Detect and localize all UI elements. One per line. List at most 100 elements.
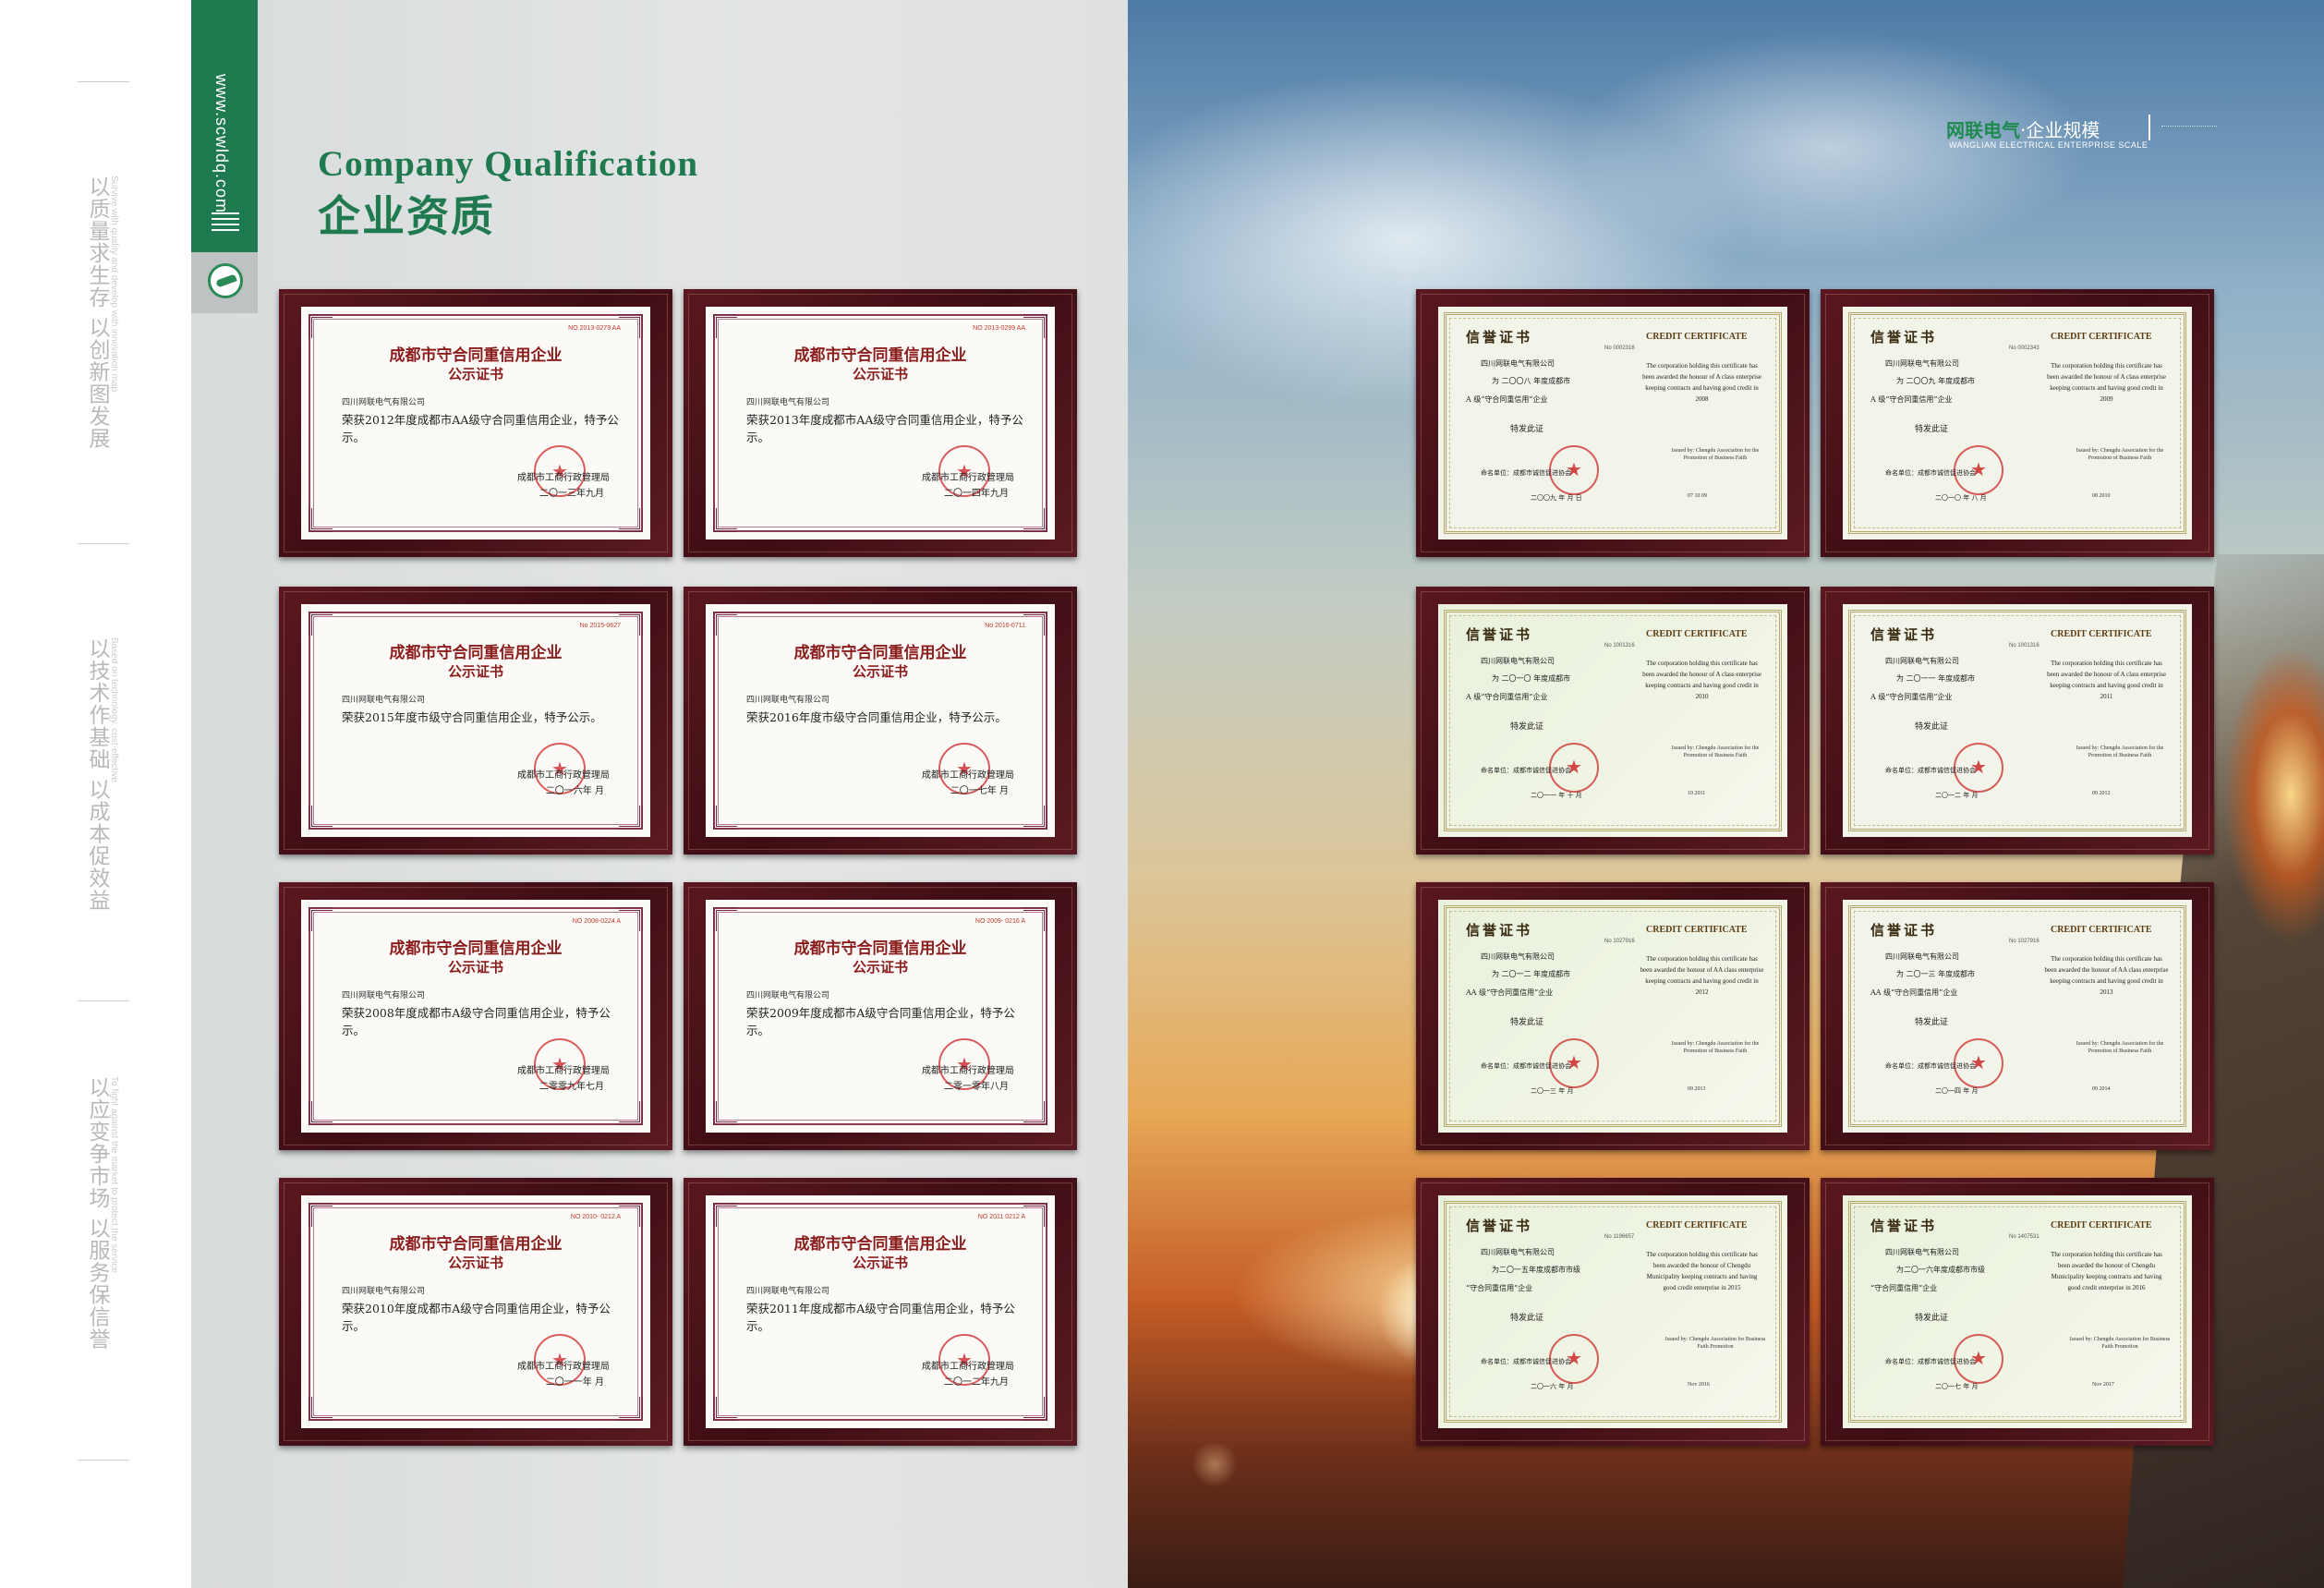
website-url: www.scwldq.com xyxy=(212,74,231,214)
award-grade: “守合同重信用”企业 xyxy=(1870,1284,1938,1292)
company-name: 四川网联电气有限公司 xyxy=(746,991,830,1000)
certificate-body-en: The corporation holding this certificate… xyxy=(1640,955,1764,996)
menu-lines-icon xyxy=(212,212,239,235)
corner-ornament xyxy=(1023,1397,1047,1421)
certificate-number: NO 2011 0212 A xyxy=(977,1214,1025,1220)
award-note: 特发此证 xyxy=(1510,722,1544,732)
certificate-issuer: 成都市工商行政管理局 xyxy=(922,770,1014,781)
credit-certificate: 信誉证书 CREDIT CERTIFICATE No 1001316 四川网联电气有限… xyxy=(1843,604,2192,837)
certificate-subtitle: 公示证书 xyxy=(447,663,503,680)
company-name: 四川网联电气有限公司 xyxy=(1885,657,1959,665)
corner-ornament xyxy=(309,1203,333,1227)
certificate-date: 二〇一一年 月 xyxy=(545,1377,604,1388)
certificate-plaque: NO 2013-0299 AA 成都市守合同重信用企业 公示证书 四川网联电气有限公司… xyxy=(684,289,1077,557)
certificate-title-zh: 信誉证书 xyxy=(1466,922,1533,939)
brand-divider xyxy=(2148,115,2150,140)
award-note: 特发此证 xyxy=(1510,1314,1544,1323)
certificate-title-zh: 信誉证书 xyxy=(1870,626,1938,643)
naming-unit: 命名单位：成都市诚信促进协会 xyxy=(1481,1358,1571,1365)
certificate-date: 二零零九年七月 xyxy=(539,1082,604,1092)
certificate-issuer: 成都市工商行政管理局 xyxy=(517,770,610,781)
certificate-date: 二〇一二 年 月 xyxy=(1935,792,1979,799)
certificate-title-en: CREDIT CERTIFICATE xyxy=(2051,1220,2152,1230)
brand-header-en: WANGLIAN ELECTRICAL ENTERPRISE SCALE xyxy=(1949,140,2148,150)
certificate-body: 荣获2015年度市级守合同重信用企业，特予公示。 xyxy=(342,710,602,724)
corner-ornament xyxy=(309,314,333,338)
certificate-body: 荣获2016年度市级守合同重信用企业，特予公示。 xyxy=(746,710,1007,724)
certificate-title: 成都市守合同重信用企业 xyxy=(389,939,563,958)
certificate-title-en: CREDIT CERTIFICATE xyxy=(2051,925,2152,935)
certificate-title-zh: 信誉证书 xyxy=(1466,1218,1533,1234)
brand-name: 网联电气 xyxy=(1946,119,2020,141)
slogan-zh: 以技术作基础 以成本促效益 xyxy=(85,637,109,912)
naming-unit: 命名单位：成都市诚信促进协会 xyxy=(1481,469,1571,477)
award-line: 为 二〇〇九 年度成都市 xyxy=(1896,377,1976,385)
corner-ornament xyxy=(619,1203,643,1227)
certificate-plaque: 信誉证书 CREDIT CERTIFICATE No 1407531 四川网联电气有限… xyxy=(1821,1178,2214,1446)
corner-ornament xyxy=(713,1203,737,1227)
corner-ornament xyxy=(619,1101,643,1125)
corner-ornament xyxy=(309,508,333,532)
certificate-title-en: CREDIT CERTIFICATE xyxy=(2051,332,2152,342)
company-name: 四川网联电气有限公司 xyxy=(1481,952,1555,961)
contract-certificate: NO 2013-0279 AA 成都市守合同重信用企业 公示证书 四川网联电气有限公司… xyxy=(301,307,650,539)
certificate-title-en: CREDIT CERTIFICATE xyxy=(2051,629,2152,639)
corner-ornament xyxy=(309,1397,333,1421)
certificate-body-en: The corporation holding this certificate… xyxy=(1646,1251,1758,1291)
company-name: 四川网联电气有限公司 xyxy=(746,1287,830,1296)
corner-ornament xyxy=(713,612,737,636)
certificate-number: No 0002316 xyxy=(1604,345,1635,351)
award-line: 为二〇一六年度成都市市级 xyxy=(1896,1266,1985,1274)
award-note: 特发此证 xyxy=(1915,722,1949,732)
certificate-date-en: Nov 2017 xyxy=(2092,1382,2114,1388)
naming-unit: 命名单位：成都市诚信促进协会 xyxy=(1885,767,1976,774)
slogan-zh: 以质量求生存 以创新图发展 xyxy=(85,176,109,450)
certificate-issuer-en: Issued by: Chengdu Association for Busin… xyxy=(2069,1337,2171,1350)
certificate-date: 二〇一二年九月 xyxy=(944,1377,1009,1388)
corner-ornament xyxy=(713,907,737,931)
slogan-3: 以应变争市场 以服务保信誉 To fight against the marke… xyxy=(81,1076,119,1353)
corner-ornament xyxy=(309,907,333,931)
brand-dots xyxy=(2161,126,2217,131)
corner-ornament xyxy=(713,806,737,830)
certificate-plaque: No 2015-0627 成都市守合同重信用企业 公示证书 四川网联电气有限公司 荣获2… xyxy=(279,587,672,855)
certificate-title: 成都市守合同重信用企业 xyxy=(793,939,967,958)
certificate-plaque: NO 2010- 0212 A 成都市守合同重信用企业 公示证书 四川网联电气有限公司… xyxy=(279,1178,672,1446)
certificate-body: 荣获2012年度成都市AA级守合同重信用企业，特予公示。 xyxy=(342,413,619,444)
award-line: 为二〇一五年度成都市市级 xyxy=(1492,1266,1580,1274)
certificate-date-en: 10 2011 xyxy=(1688,791,1706,796)
certificate-subtitle: 公示证书 xyxy=(447,1255,503,1271)
corner-ornament xyxy=(1023,314,1047,338)
certificate-issuer-en: Issued by: Chengdu Association for the P… xyxy=(1671,746,1760,758)
certificate-date: 二〇一六 年 月 xyxy=(1531,1383,1574,1390)
certificate-body: 荣获2010年度成都市A级守合同重信用企业，特予公示。 xyxy=(342,1302,611,1333)
company-name: 四川网联电气有限公司 xyxy=(746,398,830,407)
certificate-number: No 2016-0711 xyxy=(985,623,1025,629)
certificate-body: 荣获2011年度成都市A级守合同重信用企业，特予公示。 xyxy=(746,1302,1015,1333)
company-name: 四川网联电气有限公司 xyxy=(342,696,426,705)
corner-ornament xyxy=(619,806,643,830)
certificate-number: No 2015-0627 xyxy=(579,623,621,629)
certificate-plaque: 信誉证书 CREDIT CERTIFICATE No 0002343 四川网联电气有限… xyxy=(1821,289,2214,557)
certificate-subtitle: 公示证书 xyxy=(852,1255,908,1271)
naming-unit: 命名单位：成都市诚信促进协会 xyxy=(1481,767,1571,774)
company-name: 四川网联电气有限公司 xyxy=(746,696,830,705)
certificate-number: NO 2013-0279 AA xyxy=(568,325,621,332)
naming-unit: 命名单位：成都市诚信促进协会 xyxy=(1885,1062,1976,1070)
corner-ornament xyxy=(1023,907,1047,931)
award-grade: A 级“守合同重信用”企业 xyxy=(1870,395,1953,404)
certificate-plaque: NO 2009- 0216 A 成都市守合同重信用企业 公示证书 四川网联电气有限公司… xyxy=(684,882,1077,1150)
certificate-date: 二〇一三 年 月 xyxy=(1531,1087,1574,1095)
certificate-issuer-en: Issued by: Chengdu Association for the P… xyxy=(1671,448,1760,461)
certificate-body: 荣获2009年度成都市A级守合同重信用企业，特予公示。 xyxy=(746,1006,1015,1037)
certificate-number: No 0002343 xyxy=(2009,345,2040,351)
company-name: 四川网联电气有限公司 xyxy=(342,1287,426,1296)
certificate-issuer-en: Issued by: Chengdu Association for the P… xyxy=(1671,1041,1760,1054)
corner-ornament xyxy=(619,612,643,636)
company-name: 四川网联电气有限公司 xyxy=(342,398,426,407)
certificate-date-en: 09 2014 xyxy=(2092,1086,2111,1092)
certificate-plaque: No 2016-0711 成都市守合同重信用企业 公示证书 四川网联电气有限公司 荣获2… xyxy=(684,587,1077,855)
credit-certificate: 信誉证书 CREDIT CERTIFICATE No 1407531 四川网联电气有限… xyxy=(1843,1195,2192,1428)
naming-unit: 命名单位：成都市诚信促进协会 xyxy=(1885,1358,1976,1365)
certificate-issuer: 成都市工商行政管理局 xyxy=(517,473,610,483)
